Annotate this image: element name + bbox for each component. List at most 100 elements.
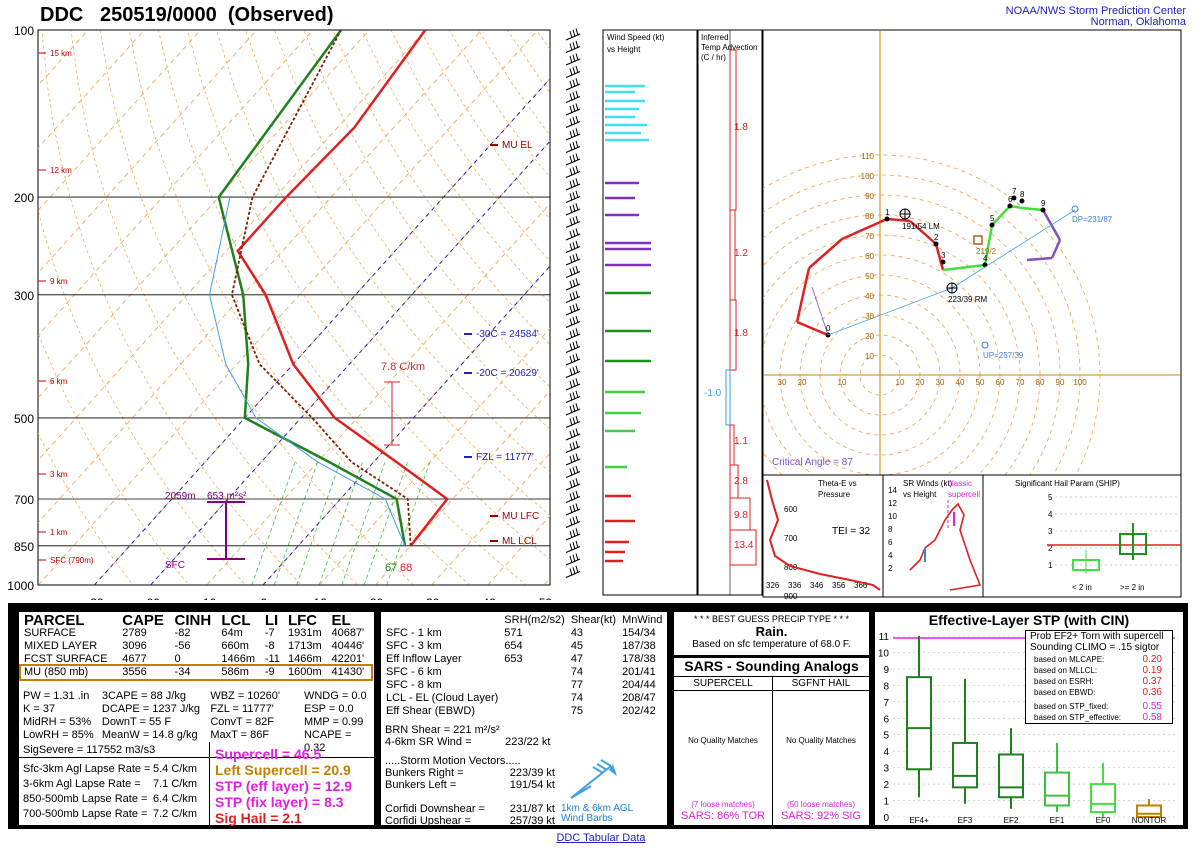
theta-x-tick: 326 [766,581,780,590]
stp-iqr [998,753,1024,799]
motion-value: 223/39 kt [509,767,555,779]
wind-barb [565,90,581,103]
kinematic-header-cell: MnWind [622,614,663,626]
wind-barb [565,165,581,178]
kinematic-cell: SFC - 1 km [386,627,442,639]
lm-label: 191/54 LM [902,222,940,231]
hodo-x-tick: 30 [936,378,945,387]
barb-flag [569,305,573,314]
prob-label: based on EBWD: [1034,688,1096,697]
motion-label: Corfidi Downshear = [385,803,485,815]
barb-flag [569,105,573,114]
wind-barb [565,253,581,266]
wind-barb [565,265,581,278]
kinematic-header-cell [383,614,501,627]
wind-barb [565,440,581,453]
barb-flag [575,115,579,124]
barb-flag [575,190,579,199]
barb-flag [575,403,579,411]
barb-flag [569,480,573,489]
parcel-cell: 1713m [287,640,322,652]
stp-y-tick: 11 [879,632,890,643]
barb-flag [569,193,573,201]
barb-flag [575,90,579,99]
critical-angle-label: Critical Angle = 87 [772,457,853,468]
barb-flag [575,378,579,386]
parcel-header-row: PARCEL CAPE CINH LCL LI LFC EL [21,612,371,629]
barb-flag [572,404,576,412]
theta-title-2: Pressure [818,490,851,499]
barb-flag [575,65,579,74]
wind-barb [565,28,581,41]
kinematic-cell: 204/44 [622,679,656,691]
composite-index: Sig Hail = 2.1 [215,810,302,826]
barb-flag [572,192,576,200]
hodo-point-label: 6 [1008,195,1013,204]
wind-barb [565,365,581,378]
tabular-data-link[interactable]: DDC Tabular Data [0,832,1202,844]
parcel-cell: 660m [221,640,249,652]
srw-h-tick: 8 [888,525,893,534]
parcel-header-cell: LCL [221,612,251,629]
kinematic-cell: 74 [570,666,584,678]
parcel-panel: PARCEL CAPE CINH LCL LI LFC EL SURFACE 2789 -82 6… [19,612,374,826]
srw-h-tick: 4 [888,551,893,560]
kinematic-cell [501,692,568,705]
barb-flag [575,153,579,161]
kinematic-cell: 201/41 [622,666,656,678]
barb-flag [572,567,576,575]
barb-flag [569,505,573,514]
prob-value: 0.58 [1142,712,1162,723]
barb-flag [572,454,576,462]
prob-row: based on EBWD: 0.36 [1026,687,1172,698]
stp-y-tick: 8 [883,681,889,692]
kinematic-cell: SFC - 6 km [386,666,442,678]
motion-label: Bunkers Left = [385,779,457,791]
wind-barb [565,65,581,78]
motion-row [385,791,555,803]
hodo-ring-label: 30 [865,312,874,321]
brn-shear: BRN Shear = 221 m²/s² [385,724,500,736]
kinematic-cell [501,666,568,679]
barb-flag [569,468,573,476]
barb-flag [575,140,579,149]
barb-flag [569,430,573,439]
stp-y-tick: 0 [883,813,889,824]
barb-flag [572,54,576,62]
barb-flag [575,28,579,36]
lapse-label: Sfc-3km Agl Lapse Rate = [23,763,151,775]
barb-flag [572,254,576,262]
thermo-cell: ConvT = 82F [210,716,275,728]
parcel-cell: -11 [264,653,280,665]
barb-flag [569,543,573,551]
wsh-title-1: Wind Speed (kt) [607,33,665,42]
barb-flag [575,53,579,61]
ship-y-tick: 5 [1048,493,1053,502]
composite-index: STP (eff layer) = 12.9 [215,778,353,794]
barb-flag [569,30,573,39]
barb-flag [575,203,579,211]
hodo-ring-label: 110 [861,152,874,161]
barb-flag [569,555,573,564]
height-tick-label: 3 km [50,470,68,479]
hodo-point-label: 2 [934,233,939,242]
wind-barb [565,465,581,478]
hodo-point-label: 3 [941,251,946,260]
barb-flag [572,217,576,225]
eff-srh-label: 653 m²s² [207,491,247,502]
stp-category-label: NONTOR [1132,816,1167,825]
barb-flag [572,67,576,75]
stp-box [952,678,978,804]
parcel-cell: -8 [264,640,275,652]
motion-value: 257/39 kt [509,815,555,827]
lapse-label: 700-500mb Lapse Rate = [23,808,148,820]
srw-h-tick: 2 [888,564,893,573]
parcel-cell: 3556 [122,666,147,678]
wind-barb [565,528,581,541]
hodo-ring-label: 50 [865,272,874,281]
hodo-x-tick: 90 [1056,378,1065,387]
srw-h-tick: 12 [888,499,897,508]
tei-label: TEI = 32 [832,526,871,537]
parcel-row: MU (850 mb) 3556 -34 586m -9 1600m 41430' [19,664,373,681]
kinematic-row: SFC - 8 km77204/44143/15 [383,679,705,692]
